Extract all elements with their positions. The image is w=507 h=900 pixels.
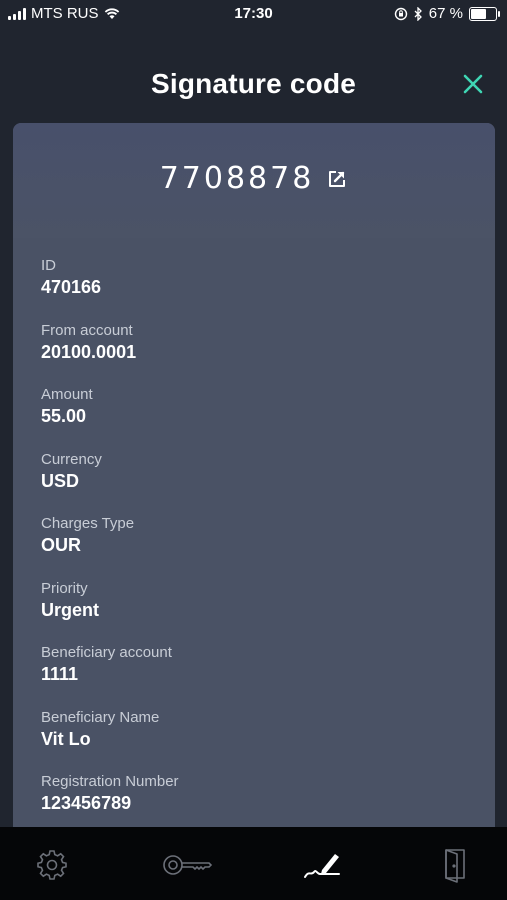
field-label: Charges Type (41, 515, 135, 532)
tab-logout[interactable] (435, 847, 475, 883)
field-value: OUR (41, 535, 81, 555)
signature-code-section: 7708878 (13, 123, 495, 238)
settings-icon (37, 850, 67, 880)
field-label: Amount (41, 386, 93, 403)
field-label: Registration Number (41, 773, 179, 790)
tab-signature[interactable] (300, 847, 344, 883)
field-value: 123456789 (41, 793, 132, 813)
field-label: Beneficiary account (41, 644, 172, 661)
battery-percent: 67 % (428, 5, 463, 22)
close-button[interactable] (461, 72, 485, 96)
field-from-account: From account 20100.0001 (41, 322, 471, 387)
page-title: Signature code (150, 68, 357, 99)
status-right: 67 % (394, 5, 500, 22)
status-bar: MTS RUS 17:30 67 % (0, 0, 507, 28)
bottom-tab-bar (0, 827, 507, 900)
field-value: 55.00 (41, 406, 87, 426)
field-value: 470166 (41, 277, 102, 297)
tab-settings[interactable] (32, 847, 72, 883)
signature-code-row: 7708878 (13, 161, 495, 196)
transaction-fields: ID 470166 From account 20100.0001 Amount… (41, 257, 471, 838)
bluetooth-icon (414, 6, 422, 21)
key-icon (163, 855, 213, 875)
share-icon[interactable] (326, 168, 348, 190)
field-label: From account (41, 321, 133, 339)
field-label: Currency (41, 450, 102, 468)
field-label: Beneficiary Name (41, 708, 160, 726)
transaction-card: 7708878 ID 470166 From account 20100.000… (13, 123, 495, 843)
field-value: Urgent (41, 599, 99, 620)
close-icon (463, 74, 483, 94)
field-beneficiary-account: Beneficiary account 1111 (41, 644, 471, 709)
field-beneficiary-name: Beneficiary Name Vit Lo (41, 709, 471, 774)
field-label: Priority (41, 579, 88, 597)
field-label: ID (41, 257, 56, 274)
battery-level (471, 8, 486, 19)
battery-icon (469, 6, 500, 21)
field-value: USD (41, 470, 80, 491)
exit-door-icon (445, 849, 465, 883)
field-id: ID 470166 (41, 257, 471, 322)
signature-icon (304, 854, 340, 878)
orientation-lock-icon (394, 7, 407, 20)
tab-keys[interactable] (160, 847, 214, 883)
header: Signature code (0, 60, 507, 116)
field-amount: Amount 55.00 (41, 386, 471, 451)
signature-code-value: 7708878 (159, 161, 315, 196)
field-currency: Currency USD (41, 451, 471, 516)
field-value: 20100.0001 (41, 341, 137, 362)
field-value: Vit Lo (41, 728, 91, 749)
field-charges-type: Charges Type OUR (41, 515, 471, 580)
field-priority: Priority Urgent (41, 580, 471, 645)
field-value: 1111 (41, 664, 79, 684)
